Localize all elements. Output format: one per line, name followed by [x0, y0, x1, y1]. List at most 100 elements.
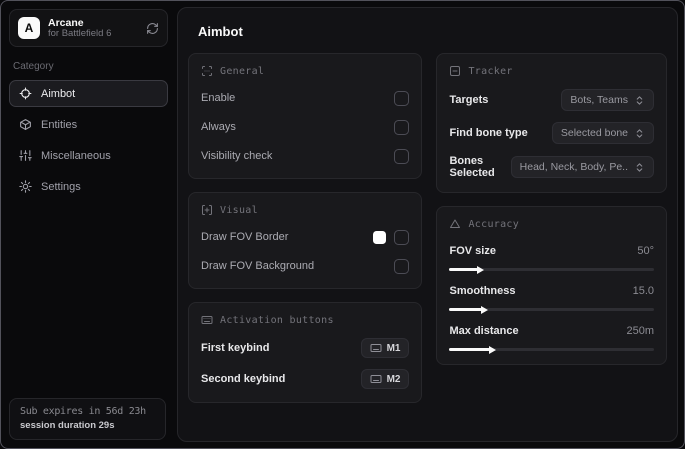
sub-expiry-text: Sub expires in 56d 23h	[20, 406, 146, 417]
gear-icon	[19, 180, 32, 193]
fov-size-slider[interactable]	[449, 265, 654, 274]
slider-label-row: Max distance 250m	[449, 322, 654, 340]
smoothness-setting: Smoothness 15.0	[449, 282, 654, 314]
row-label: Always	[201, 121, 236, 133]
app-logo: A	[18, 17, 40, 39]
activation-card-header: Activation buttons	[201, 314, 409, 326]
fov-border-color-swatch[interactable]	[373, 230, 387, 244]
setting-row-bones-selected: Bones Selected Head, Neck, Body, Pe..	[449, 155, 654, 179]
enable-checkbox[interactable]	[394, 90, 410, 106]
row-label: Draw FOV Border	[201, 231, 289, 243]
select-value: Head, Neck, Body, Pe..	[519, 161, 628, 173]
visibility-check-checkbox[interactable]	[394, 148, 410, 164]
scan-icon	[201, 65, 213, 77]
slider-fill	[449, 345, 497, 354]
slider-thumb[interactable]	[477, 265, 485, 274]
sidebar-item-label: Entities	[41, 118, 78, 131]
find-bone-type-select[interactable]: Selected bone	[551, 122, 654, 144]
slider-value: 15.0	[632, 285, 654, 297]
chevrons-up-down-icon	[634, 95, 645, 106]
sidebar-item-miscellaneous[interactable]: Miscellaneous	[9, 142, 168, 169]
card-title: Visual	[220, 204, 258, 216]
general-card: General Enable Always Visibility check	[188, 53, 423, 179]
app-name: Arcane	[48, 16, 84, 29]
row-label: FOV size	[449, 245, 496, 257]
brand-text: Arcane for Battlefield 6	[48, 17, 138, 40]
setting-row-draw-fov-background: Draw FOV Background	[201, 257, 410, 275]
always-checkbox[interactable]	[394, 119, 410, 135]
slider-value: 250m	[626, 325, 654, 337]
cube-icon	[19, 118, 32, 131]
targets-select[interactable]: Bots, Teams	[561, 89, 654, 111]
sidebar-item-aimbot[interactable]: Aimbot	[9, 80, 168, 107]
max-distance-slider[interactable]	[449, 345, 654, 354]
content-columns: General Enable Always Visibility check V…	[188, 53, 667, 403]
accuracy-card-header: Accuracy	[449, 218, 654, 230]
setting-row-first-keybind: First keybind M1	[201, 338, 410, 358]
keybind-value: M1	[386, 342, 401, 354]
tracker-card-header: Tracker	[449, 65, 654, 77]
slider-fill	[449, 305, 489, 314]
sidebar-item-settings[interactable]: Settings	[9, 173, 168, 200]
fov-size-setting: FOV size 50°	[449, 242, 654, 274]
first-keybind-button[interactable]: M1	[360, 338, 410, 358]
row-label: Find bone type	[449, 127, 528, 139]
row-label: First keybind	[201, 342, 270, 354]
setting-row-visibility-check: Visibility check	[201, 147, 410, 165]
chevrons-up-down-icon	[634, 162, 645, 173]
refresh-icon[interactable]	[146, 22, 159, 35]
row-label: Enable	[201, 92, 236, 104]
right-column: Tracker Targets Bots, Teams Find bone ty…	[436, 53, 667, 365]
main-panel: Aimbot General Enable Always Visibility …	[177, 7, 678, 442]
sidebar-item-label: Aimbot	[41, 87, 76, 100]
row-controls	[373, 229, 410, 245]
sidebar-nav: Aimbot Entities Miscellaneous Settings	[9, 80, 168, 200]
sidebar-item-label: Miscellaneous	[41, 149, 111, 162]
keyboard-icon	[370, 373, 382, 385]
square-minus-icon	[449, 65, 461, 77]
accuracy-card: Accuracy FOV size 50° Smoothness 15.0 Ma…	[436, 206, 667, 365]
row-label: Targets	[449, 94, 489, 106]
bones-selected-select[interactable]: Head, Neck, Body, Pe..	[510, 156, 654, 178]
sliders-icon	[19, 149, 32, 162]
setting-row-targets: Targets Bots, Teams	[449, 89, 654, 111]
slider-fill	[449, 265, 485, 274]
keyboard-icon	[370, 342, 382, 354]
slider-value: 50°	[637, 245, 654, 257]
sidebar: A Arcane for Battlefield 6 Category Aimb…	[1, 1, 176, 448]
row-label: Smoothness	[449, 285, 516, 297]
keyboard-icon	[201, 314, 213, 326]
left-column: General Enable Always Visibility check V…	[188, 53, 423, 403]
row-label: Visibility check	[201, 150, 273, 162]
setting-row-draw-fov-border: Draw FOV Border	[201, 228, 410, 246]
sidebar-item-entities[interactable]: Entities	[9, 111, 168, 138]
slider-label-row: Smoothness 15.0	[449, 282, 654, 300]
row-label: Second keybind	[201, 373, 286, 385]
frame-plus-icon	[201, 204, 213, 216]
card-title: Tracker	[468, 65, 513, 77]
crosshair-icon	[19, 87, 32, 100]
sidebar-item-label: Settings	[41, 180, 81, 193]
setting-row-always: Always	[201, 118, 410, 136]
select-value: Bots, Teams	[570, 94, 628, 106]
setting-row-enable: Enable	[201, 89, 410, 107]
second-keybind-button[interactable]: M2	[360, 369, 410, 389]
setting-row-find-bone-type: Find bone type Selected bone	[449, 122, 654, 144]
category-label: Category	[13, 61, 54, 72]
setting-row-second-keybind: Second keybind M2	[201, 369, 410, 389]
app-window: A Arcane for Battlefield 6 Category Aimb…	[0, 0, 685, 449]
activation-buttons-card: Activation buttons First keybind M1 Seco…	[188, 302, 423, 403]
smoothness-slider[interactable]	[449, 305, 654, 314]
draw-fov-background-checkbox[interactable]	[394, 258, 410, 274]
visual-card: Visual Draw FOV Border Draw FOV Backgrou…	[188, 192, 423, 289]
row-label: Bones Selected	[449, 155, 495, 179]
keybind-value: M2	[386, 373, 401, 385]
slider-thumb[interactable]	[489, 345, 497, 354]
draw-fov-border-checkbox[interactable]	[394, 229, 410, 245]
tracker-card: Tracker Targets Bots, Teams Find bone ty…	[436, 53, 667, 193]
general-card-header: General	[201, 65, 409, 77]
slider-thumb[interactable]	[481, 305, 489, 314]
card-title: General	[220, 65, 265, 77]
visual-card-header: Visual	[201, 204, 409, 216]
select-value: Selected bone	[560, 127, 628, 139]
